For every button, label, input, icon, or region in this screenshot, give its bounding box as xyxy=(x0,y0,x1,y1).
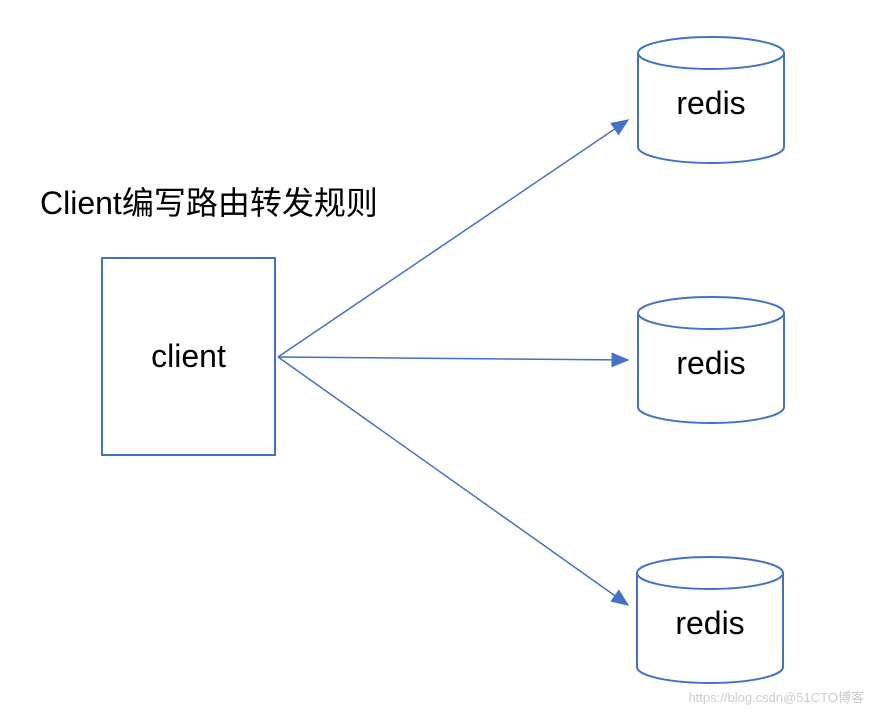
redis-label-3: redis xyxy=(675,605,744,642)
client-label: client xyxy=(151,338,226,375)
diagram-title: Client编写路由转发规则 xyxy=(40,178,378,224)
redis-node-1: redis xyxy=(636,35,786,165)
watermark: https://blog.csdn@51CTO博客 xyxy=(688,687,864,706)
redis-node-3: redis xyxy=(635,555,785,685)
redis-label-2: redis xyxy=(676,345,745,382)
redis-label-1: redis xyxy=(676,85,745,122)
arrow-to-redis-1 xyxy=(278,120,628,357)
client-box: client xyxy=(101,257,276,456)
arrow-to-redis-2 xyxy=(278,357,628,360)
redis-node-2: redis xyxy=(636,295,786,425)
arrow-to-redis-3 xyxy=(278,357,628,605)
